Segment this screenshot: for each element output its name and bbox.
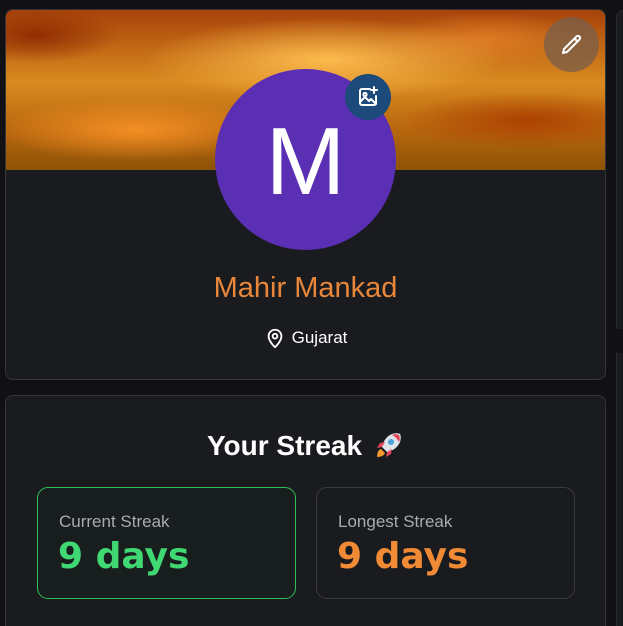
- adjacent-panel-edge: [616, 10, 623, 626]
- profile-card: M Mahir Mankad Gujarat: [5, 9, 606, 380]
- streak-card: Your Streak 🚀 Current Streak 9 days Long…: [5, 395, 606, 626]
- avatar-initial: M: [265, 107, 346, 215]
- image-plus-icon: [359, 86, 378, 106]
- streak-title: Your Streak 🚀: [6, 430, 605, 462]
- profile-page: M Mahir Mankad Gujarat Your Streak Curre…: [0, 0, 623, 626]
- pencil-icon: [561, 34, 581, 54]
- current-streak-box: Current Streak 9 days: [37, 487, 296, 599]
- change-photo-button[interactable]: [345, 74, 391, 120]
- longest-streak-value: 9 days: [337, 536, 469, 577]
- longest-streak-label: Longest Streak: [338, 512, 453, 531]
- current-streak-label: Current Streak: [59, 512, 170, 531]
- user-location: Gujarat: [6, 327, 605, 349]
- map-pin-icon: [267, 328, 282, 349]
- location-text: Gujarat: [291, 328, 348, 347]
- current-streak-value: 9 days: [58, 536, 190, 577]
- user-name: Mahir Mankad: [213, 272, 398, 304]
- rocket-icon: [377, 433, 401, 457]
- longest-streak-box: Longest Streak 9 days: [316, 487, 575, 599]
- streak-title-text: Your Streak: [206, 430, 363, 461]
- edit-profile-button[interactable]: [544, 17, 599, 72]
